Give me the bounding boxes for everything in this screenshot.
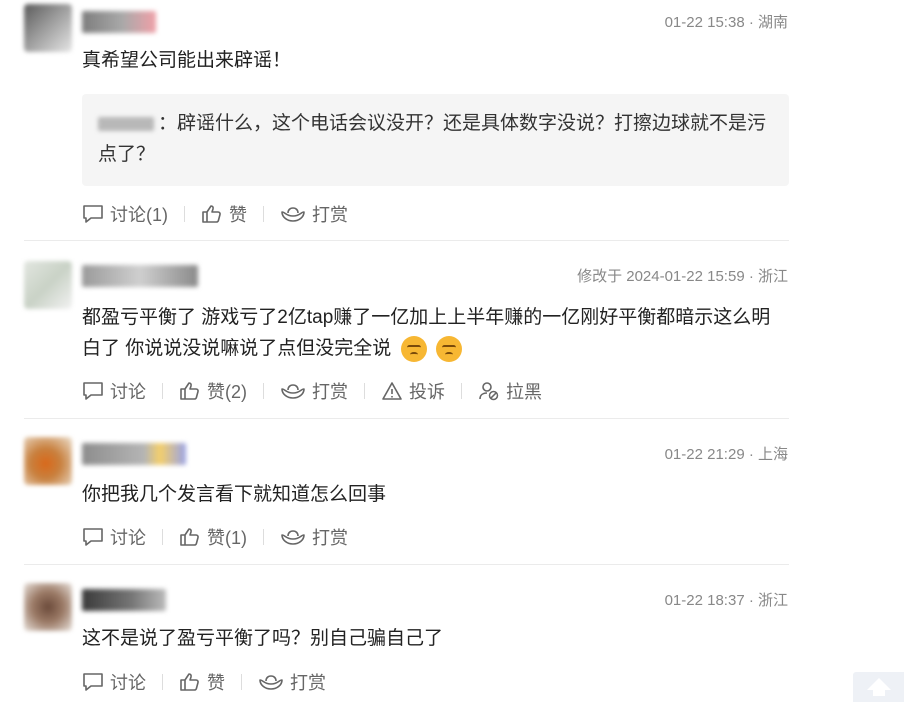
reward-label: 打赏 [312, 205, 348, 225]
report-button[interactable]: 投诉 [381, 378, 445, 404]
thumbs-up-icon [180, 382, 199, 400]
action-bar: 讨论(1) 赞 打赏 [82, 201, 348, 227]
discuss-label: 讨论 [110, 382, 146, 402]
avatar[interactable] [24, 4, 72, 52]
avatar[interactable] [24, 437, 72, 485]
discuss-button[interactable]: 讨论(1) [82, 201, 168, 227]
discuss-label: 讨论 [110, 673, 146, 693]
username[interactable] [82, 265, 198, 287]
thinking-face-emoji [400, 335, 427, 362]
avatar[interactable] [24, 583, 72, 631]
quoted-reply-text: ：辟谣什么，这个电话会议没开？还是具体数字没说？打擦边球就不是污点了？ [98, 113, 767, 165]
comment-item: 01-22 21:29 · 上海 你把我几个发言看下就知道怎么回事 讨论 赞(1… [0, 419, 904, 564]
quoted-reply[interactable]: ：辟谣什么，这个电话会议没开？还是具体数字没说？打擦边球就不是污点了？ [82, 94, 789, 186]
discuss-button[interactable]: 讨论 [82, 669, 146, 695]
comment-text: 你把我几个发言看下就知道怎么回事 [82, 484, 387, 505]
username[interactable] [82, 589, 166, 611]
discuss-label: 讨论(1) [110, 205, 168, 225]
comment-text: 真希望公司能出来辟谣！ [82, 50, 292, 71]
reward-button[interactable]: 打赏 [280, 378, 348, 404]
reward-label: 打赏 [290, 673, 326, 693]
thumbs-up-icon [180, 528, 199, 546]
comment-text: 都盈亏平衡了 游戏亏了2亿tap赚了一亿加上上半年赚的一亿刚好平衡都暗示这么明白… [82, 302, 782, 364]
ingot-icon [281, 530, 305, 545]
like-label: 赞 [229, 205, 247, 225]
like-button[interactable]: 赞 [179, 669, 225, 695]
reward-button[interactable]: 打赏 [280, 524, 348, 550]
reward-button[interactable]: 打赏 [258, 669, 326, 695]
comment-meta: 01-22 15:38 · 湖南 [664, 14, 788, 31]
block-label: 拉黑 [506, 382, 542, 402]
comment-meta: 01-22 18:37 · 浙江 [664, 592, 788, 609]
comment-item: 01-22 18:37 · 浙江 这不是说了盈亏平衡了吗？别自己骗自己了 讨论 … [0, 565, 904, 702]
like-button[interactable]: 赞(1) [179, 524, 247, 550]
discuss-button[interactable]: 讨论 [82, 524, 146, 550]
like-label: 赞(2) [207, 382, 247, 402]
discuss-button[interactable]: 讨论 [82, 378, 146, 404]
comment-meta: 修改于 2024-01-22 15:59 · 浙江 [577, 268, 788, 285]
like-label: 赞(1) [207, 528, 247, 548]
arrow-up-icon [866, 678, 891, 696]
reward-label: 打赏 [312, 528, 348, 548]
like-button[interactable]: 赞 [201, 201, 247, 227]
quoted-username[interactable] [98, 116, 154, 131]
comment-text: 这不是说了盈亏平衡了吗？别自己骗自己了 [82, 628, 444, 649]
block-button[interactable]: 拉黑 [478, 378, 542, 404]
ingot-icon [281, 384, 305, 399]
username[interactable] [82, 443, 186, 465]
comment-bubble-icon [83, 205, 103, 223]
thinking-face-emoji [435, 335, 462, 362]
username[interactable] [82, 11, 156, 33]
comment-bubble-icon [83, 673, 103, 691]
comment-item: 01-22 15:38 · 湖南 真希望公司能出来辟谣！ ：辟谣什么，这个电话会… [0, 0, 904, 240]
user-block-icon [479, 382, 499, 401]
thumbs-up-icon [202, 205, 221, 223]
action-bar: 讨论 赞(2) 打赏 投诉 拉黑 [82, 378, 542, 404]
comment-bubble-icon [83, 528, 103, 546]
report-label: 投诉 [409, 382, 445, 402]
like-button[interactable]: 赞(2) [179, 378, 247, 404]
warning-icon [382, 382, 402, 400]
reward-button[interactable]: 打赏 [280, 201, 348, 227]
like-label: 赞 [207, 673, 225, 693]
thumbs-up-icon [180, 673, 199, 691]
action-bar: 讨论 赞 打赏 [82, 669, 326, 695]
reward-label: 打赏 [312, 382, 348, 402]
discuss-label: 讨论 [110, 528, 146, 548]
comment-bubble-icon [83, 382, 103, 400]
avatar[interactable] [24, 261, 72, 309]
ingot-icon [281, 207, 305, 222]
comment-item: 修改于 2024-01-22 15:59 · 浙江 都盈亏平衡了 游戏亏了2亿t… [0, 241, 904, 418]
comment-meta: 01-22 21:29 · 上海 [664, 446, 788, 463]
scroll-to-top-button[interactable] [853, 672, 904, 702]
ingot-icon [259, 675, 283, 690]
action-bar: 讨论 赞(1) 打赏 [82, 524, 348, 550]
